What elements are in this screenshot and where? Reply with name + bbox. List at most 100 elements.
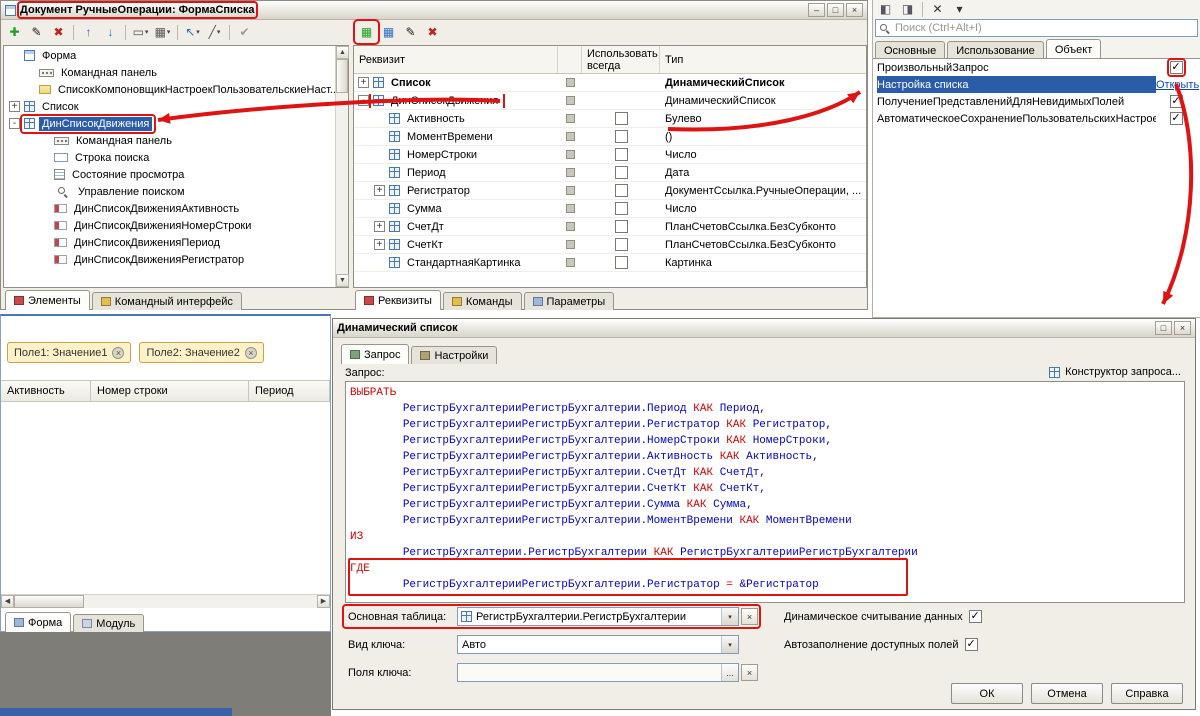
- tab[interactable]: Запрос: [341, 344, 410, 364]
- tree-node[interactable]: ДинСписокДвижения: [19, 113, 157, 134]
- dialog-close-button[interactable]: ×: [1174, 321, 1191, 335]
- delete-button[interactable]: ✖: [48, 22, 69, 42]
- line-style-button[interactable]: ╱ ▾: [204, 22, 225, 42]
- edit-button[interactable]: ✎: [26, 22, 47, 42]
- tree-item[interactable]: ДинСписокДвиженияНомерСтроки: [5, 217, 335, 234]
- tree-item[interactable]: + Список: [5, 98, 335, 115]
- tree-item[interactable]: ДинСписокДвиженияАктивность: [5, 200, 335, 217]
- tree-node[interactable]: Состояние просмотра: [53, 168, 188, 182]
- tree-node[interactable]: СписокКомпоновщикНастроекПользовательски…: [38, 83, 335, 97]
- tree-node[interactable]: Список: [23, 100, 83, 114]
- tree-item[interactable]: СписокКомпоновщикНастроекПользовательски…: [5, 81, 335, 98]
- search-input[interactable]: [893, 22, 1197, 34]
- properties-search[interactable]: [875, 19, 1198, 37]
- arrange-button[interactable]: ↖ ▾: [182, 22, 203, 42]
- key-fields-input[interactable]: ...: [457, 663, 739, 682]
- use-always-checkbox[interactable]: [614, 238, 628, 251]
- column-header-attribute[interactable]: Реквизит: [354, 46, 558, 73]
- autofill-box[interactable]: ✓: [964, 638, 978, 651]
- property-row[interactable]: АвтоматическоеСохранениеПользовательских…: [873, 110, 1200, 127]
- attribute-row[interactable]: Активность Булево: [354, 110, 866, 128]
- tree-item[interactable]: - ДинСписокДвижения: [5, 113, 335, 134]
- tree-item[interactable]: Строка поиска: [5, 149, 335, 166]
- dropdown-arrow-icon[interactable]: ▾: [721, 636, 738, 653]
- scroll-right-icon[interactable]: ▶: [317, 595, 330, 608]
- column-header-use-always[interactable]: Использовать всегда: [582, 46, 660, 73]
- dock-right-button[interactable]: ◨: [897, 0, 918, 19]
- property-checkbox[interactable]: ✓: [1169, 95, 1183, 108]
- tab[interactable]: Модуль: [73, 614, 145, 632]
- key-fields-clear-button[interactable]: ×: [741, 664, 758, 681]
- delete-attribute-button[interactable]: ✖: [422, 22, 443, 42]
- dropdown-arrow-icon[interactable]: ▾: [721, 608, 738, 625]
- add-button[interactable]: ✚: [4, 22, 25, 42]
- autofill-checkbox[interactable]: Автозаполнение доступных полей ✓: [784, 638, 978, 651]
- preview-column-header[interactable]: Номер строки: [91, 381, 249, 401]
- tree-item[interactable]: Командная панель: [5, 64, 335, 81]
- check-button[interactable]: ✔: [234, 22, 255, 42]
- property-row[interactable]: Настройка списка Открыть: [873, 76, 1200, 93]
- attribute-row[interactable]: Сумма Число: [354, 200, 866, 218]
- tree-node[interactable]: ДинСписокДвиженияПериод: [53, 236, 224, 250]
- tree-expander[interactable]: +: [9, 101, 20, 112]
- tab[interactable]: Команды: [442, 292, 522, 310]
- tree-node[interactable]: ДинСписокДвиженияРегистратор: [53, 253, 248, 267]
- close-panel-button[interactable]: ✕: [927, 0, 948, 19]
- use-always-checkbox[interactable]: [614, 112, 628, 125]
- attribute-row[interactable]: СтандартнаяКартинка Картинка: [354, 254, 866, 272]
- move-up-button[interactable]: ↑: [78, 22, 99, 42]
- tree-expander[interactable]: -: [9, 118, 20, 129]
- scroll-thumb[interactable]: [336, 59, 348, 93]
- row-expander[interactable]: +: [374, 221, 385, 232]
- add-attribute-button[interactable]: ▦: [353, 19, 380, 45]
- tab[interactable]: Объект: [1045, 39, 1102, 59]
- property-row[interactable]: ПроизвольныйЗапрос ✓: [873, 58, 1200, 77]
- tree-scrollbar[interactable]: ▲ ▼: [335, 46, 349, 287]
- cancel-button[interactable]: Отмена: [1031, 683, 1103, 704]
- add-column-button[interactable]: ▦: [378, 22, 399, 42]
- tab[interactable]: Элементы: [5, 290, 90, 310]
- chip-remove-icon[interactable]: ×: [112, 346, 125, 359]
- view-mode-button[interactable]: ▦ ▾: [152, 22, 173, 42]
- tab[interactable]: Настройки: [411, 346, 498, 364]
- tab[interactable]: Использование: [947, 41, 1044, 59]
- key-kind-combo[interactable]: Авто ▾: [457, 635, 739, 654]
- row-expander[interactable]: +: [374, 239, 385, 250]
- use-always-checkbox[interactable]: [614, 220, 628, 233]
- preview-column-header[interactable]: Активность: [1, 381, 91, 401]
- use-always-checkbox[interactable]: [614, 202, 628, 215]
- use-always-checkbox[interactable]: [614, 166, 628, 179]
- attribute-row[interactable]: - ДинСписокДвижения ДинамическийСписок: [354, 92, 866, 110]
- close-button[interactable]: ×: [846, 3, 863, 17]
- attribute-row[interactable]: + СчетДт ПланСчетовСсылка.БезСубконто: [354, 218, 866, 236]
- preview-hscrollbar[interactable]: ◀ ▶: [1, 594, 330, 608]
- use-always-checkbox[interactable]: [614, 148, 628, 161]
- tree-node[interactable]: ДинСписокДвиженияНомерСтроки: [53, 219, 255, 233]
- attribute-row[interactable]: МоментВремени (): [354, 128, 866, 146]
- attribute-row[interactable]: НомерСтроки Число: [354, 146, 866, 164]
- dynamic-read-box[interactable]: ✓: [968, 610, 982, 623]
- tree-item[interactable]: ДинСписокДвиженияПериод: [5, 234, 335, 251]
- tree-node[interactable]: Управление поиском: [53, 185, 189, 199]
- chevron-button[interactable]: ▾: [949, 0, 970, 19]
- scroll-left-icon[interactable]: ◀: [1, 595, 14, 608]
- tree-node[interactable]: Строка поиска: [53, 151, 153, 165]
- preview-column-header[interactable]: Период: [249, 381, 330, 401]
- dynamic-read-checkbox[interactable]: Динамическое считывание данных ✓: [784, 610, 982, 623]
- maximize-button[interactable]: □: [827, 3, 844, 17]
- ok-button[interactable]: ОК: [951, 683, 1023, 704]
- tab[interactable]: Основные: [875, 41, 946, 59]
- attribute-row[interactable]: + Список ДинамическийСписок: [354, 74, 866, 92]
- main-titlebar[interactable]: Документ РучныеОперации: ФормаСписка – □…: [1, 1, 867, 20]
- filter-chip[interactable]: Поле2: Значение2 ×: [139, 342, 264, 363]
- tree-item[interactable]: Командная панель: [5, 132, 335, 149]
- tree-item[interactable]: ДинСписокДвиженияРегистратор: [5, 251, 335, 268]
- help-button[interactable]: Справка: [1111, 683, 1183, 704]
- dialog-mode-button[interactable]: ▭ ▾: [130, 22, 151, 42]
- tree-node[interactable]: ДинСписокДвиженияАктивность: [53, 202, 243, 216]
- main-table-combo[interactable]: РегистрБухгалтерии.РегистрБухгалтерии ▾: [457, 607, 739, 626]
- attribute-row[interactable]: + СчетКт ПланСчетовСсылка.БезСубконто: [354, 236, 866, 254]
- row-expander[interactable]: +: [358, 77, 369, 88]
- dock-left-button[interactable]: ◧: [875, 0, 896, 19]
- tab[interactable]: Параметры: [523, 292, 615, 310]
